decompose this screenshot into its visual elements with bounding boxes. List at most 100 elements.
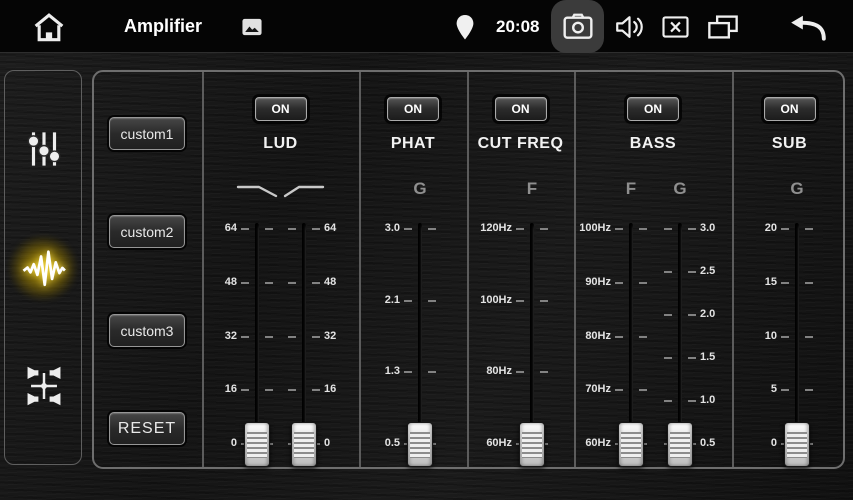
- channel-title: BASS: [574, 135, 732, 153]
- tick-label: 80Hz: [455, 365, 512, 377]
- tick-label: 15: [720, 276, 777, 288]
- tick-mark: [516, 228, 524, 230]
- tick-label: 90Hz: [554, 276, 611, 288]
- tick-mark: [805, 228, 813, 230]
- gallery-button[interactable]: [240, 16, 264, 38]
- slider-handle[interactable]: [291, 422, 317, 467]
- amplifier-panel: custom1custom2custom3RESET ONLUD64483216…: [92, 70, 845, 469]
- tick-mark: [664, 357, 672, 359]
- sidebar: [4, 70, 82, 465]
- tick-mark: [404, 300, 412, 302]
- tick-mark: [404, 371, 412, 373]
- location-button[interactable]: [453, 12, 477, 42]
- tick-mark: [781, 228, 789, 230]
- sound-effect-waveform-icon: [21, 247, 67, 291]
- home-button[interactable]: [30, 12, 68, 44]
- tick-label: 10: [720, 330, 777, 342]
- tick-mark: [688, 357, 696, 359]
- preset-button-reset[interactable]: RESET: [109, 412, 185, 445]
- tick-mark: [288, 282, 296, 284]
- param-label: F: [609, 179, 653, 199]
- tick-mark: [265, 228, 273, 230]
- tick-label: 48: [180, 276, 237, 288]
- top-bar: Amplifier 20:08: [0, 0, 853, 53]
- tick-mark: [615, 389, 623, 391]
- preset-button-custom2[interactable]: custom2: [109, 215, 185, 248]
- tick-mark: [516, 300, 524, 302]
- tick-label: 60Hz: [455, 437, 512, 449]
- tick-mark: [312, 282, 320, 284]
- on-toggle[interactable]: ON: [764, 97, 816, 121]
- tick-mark: [639, 389, 647, 391]
- back-button[interactable]: [785, 12, 829, 42]
- tick-mark: [664, 400, 672, 402]
- tick-mark: [241, 228, 249, 230]
- tick-mark: [639, 282, 647, 284]
- slider-handle[interactable]: [667, 422, 693, 467]
- tick-label: 3.0: [343, 222, 400, 234]
- tick-mark: [615, 282, 623, 284]
- on-toggle[interactable]: ON: [495, 97, 547, 121]
- location-pin-icon: [455, 14, 475, 41]
- tick-mark: [312, 389, 320, 391]
- tick-mark: [639, 228, 647, 230]
- preset-button-custom3[interactable]: custom3: [109, 314, 185, 347]
- treble-shelf-down-icon: [235, 182, 279, 200]
- tick-mark: [288, 389, 296, 391]
- gallery-icon: [241, 17, 263, 37]
- tick-mark: [664, 228, 672, 230]
- param-label: F: [510, 179, 554, 199]
- tick-mark: [688, 228, 696, 230]
- tick-mark: [615, 336, 623, 338]
- tick-mark: [428, 300, 436, 302]
- recent-apps-button[interactable]: [704, 13, 742, 41]
- close-window-button[interactable]: [659, 14, 691, 40]
- slider-handle[interactable]: [519, 422, 545, 467]
- slider-handle[interactable]: [618, 422, 644, 467]
- slider-handle[interactable]: [244, 422, 270, 467]
- tick-label: 1.3: [343, 365, 400, 377]
- sidebar-item-fade-balance[interactable]: [5, 356, 83, 416]
- on-toggle[interactable]: ON: [627, 97, 679, 121]
- clock: 20:08: [496, 0, 539, 53]
- tick-mark: [265, 389, 273, 391]
- slider-handle[interactable]: [407, 422, 433, 467]
- channel-sub: ONSUBG20151050: [732, 72, 847, 467]
- tick-label: 60Hz: [554, 437, 611, 449]
- tick-mark: [428, 228, 436, 230]
- on-toggle[interactable]: ON: [255, 97, 307, 121]
- tick-mark: [540, 228, 548, 230]
- tick-mark: [540, 371, 548, 373]
- tick-mark: [516, 371, 524, 373]
- param-label: G: [775, 179, 819, 199]
- tick-mark: [664, 271, 672, 273]
- tick-mark: [404, 228, 412, 230]
- tick-label: 120Hz: [455, 222, 512, 234]
- tick-mark: [288, 228, 296, 230]
- tick-label: 0: [180, 437, 237, 449]
- on-toggle[interactable]: ON: [387, 97, 439, 121]
- preset-button-custom1[interactable]: custom1: [109, 117, 185, 150]
- sidebar-item-equalizer[interactable]: [5, 119, 83, 179]
- tick-label: 80Hz: [554, 330, 611, 342]
- recent-apps-icon: [706, 14, 740, 40]
- camera-button[interactable]: [551, 0, 604, 53]
- volume-button[interactable]: [612, 13, 646, 41]
- tick-mark: [615, 228, 623, 230]
- tick-mark: [265, 336, 273, 338]
- treble-shelf-up-icon: [282, 182, 326, 200]
- sidebar-item-sound-effects[interactable]: [5, 239, 83, 299]
- tick-label: 0.5: [343, 437, 400, 449]
- fade-balance-icon: [23, 365, 65, 407]
- channel-title: LUD: [202, 135, 359, 153]
- home-icon: [32, 13, 66, 43]
- tick-mark: [639, 336, 647, 338]
- tick-mark: [312, 228, 320, 230]
- tick-mark: [688, 314, 696, 316]
- channel-lud: ONLUD644832160644832160: [202, 72, 359, 467]
- page-title: Amplifier: [124, 0, 202, 53]
- tick-label: 16: [180, 383, 237, 395]
- slider-handle[interactable]: [784, 422, 810, 467]
- tick-mark: [781, 282, 789, 284]
- tick-mark: [428, 371, 436, 373]
